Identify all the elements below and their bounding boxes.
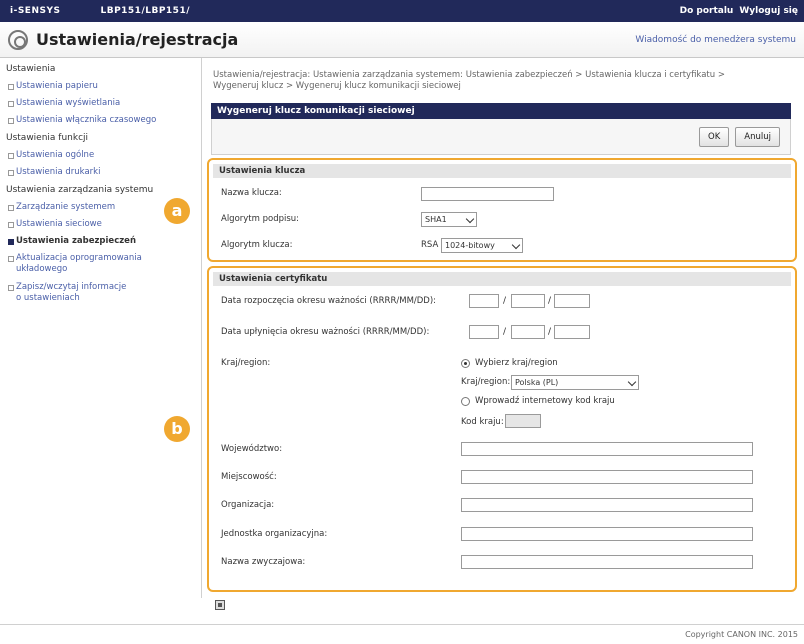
enter-country-code-label: Wprowadź internetowy kod kraju bbox=[475, 396, 615, 406]
main-content: Ustawienia/rejestracja: Ustawienia zarzą… bbox=[203, 58, 804, 598]
organization-label: Organizacja: bbox=[221, 500, 275, 510]
portal-link[interactable]: Do portalu bbox=[680, 6, 734, 16]
date-separator: / bbox=[503, 296, 507, 306]
country-code-input[interactable] bbox=[505, 414, 541, 428]
valid-to-label: Data upłynięcia okresu ważności (RRRR/MM… bbox=[221, 327, 430, 337]
sidebar-item-firmware[interactable]: Aktualizacja oprogramowania układowego bbox=[0, 253, 150, 275]
sidebar-item-general[interactable]: Ustawienia ogólne bbox=[0, 150, 201, 160]
common-name-label: Nazwa zwyczajowa: bbox=[221, 557, 306, 567]
valid-from-month[interactable] bbox=[511, 294, 545, 308]
key-algorithm-select[interactable]: 1024-bitowy bbox=[441, 238, 523, 253]
date-separator: / bbox=[503, 327, 507, 337]
sidebar-item-timer[interactable]: Ustawienia włącznika czasowego bbox=[0, 115, 201, 125]
callout-badge-b: b bbox=[164, 416, 190, 442]
breadcrumb: Ustawienia/rejestracja: Ustawienia zarzą… bbox=[213, 70, 725, 91]
top-bar: i-SENSYS LBP151/LBP151/ Do portalu Wylog… bbox=[0, 0, 804, 22]
sidebar-item-import-export[interactable]: Zapisz/wczytaj informacje o ustawieniach bbox=[0, 282, 130, 304]
choose-country-radio[interactable] bbox=[461, 359, 470, 368]
key-algorithm-prefix: RSA bbox=[421, 240, 439, 250]
top-links: Do portalu Wyloguj się bbox=[680, 6, 798, 16]
sidebar-item-security[interactable]: Ustawienia zabezpieczeń bbox=[0, 236, 201, 246]
key-name-label: Nazwa klucza: bbox=[221, 188, 282, 198]
valid-from-year[interactable] bbox=[469, 294, 499, 308]
mail-to-admin-link[interactable]: Wiadomość do menedżera systemu bbox=[635, 35, 796, 45]
city-input[interactable] bbox=[461, 470, 753, 484]
copyright: Copyright CANON INC. 2015 bbox=[685, 630, 798, 639]
device-model: LBP151/LBP151/ bbox=[100, 6, 190, 16]
organization-input[interactable] bbox=[461, 498, 753, 512]
certificate-settings-section: Ustawienia certyfikatu Data rozpoczęcia … bbox=[207, 266, 797, 592]
key-algorithm-label: Algorytm klucza: bbox=[221, 240, 293, 250]
state-input[interactable] bbox=[461, 442, 753, 456]
chevron-down-icon bbox=[627, 377, 637, 387]
country-select[interactable]: Polska (PL) bbox=[511, 375, 639, 390]
city-label: Miejscowość: bbox=[221, 472, 277, 482]
organization-unit-input[interactable] bbox=[461, 527, 753, 541]
country-select-value: Polska (PL) bbox=[515, 378, 559, 387]
organization-unit-label: Jednostka organizacyjna: bbox=[221, 529, 328, 539]
sidebar: Ustawienia Ustawienia papieru Ustawienia… bbox=[0, 58, 202, 598]
valid-from-day[interactable] bbox=[554, 294, 590, 308]
date-separator: / bbox=[548, 296, 552, 306]
panel-title: Wygeneruj klucz komunikacji sieciowej bbox=[211, 103, 791, 119]
valid-from-label: Data rozpoczęcia okresu ważności (RRRR/M… bbox=[221, 296, 437, 306]
key-settings-heading: Ustawienia klucza bbox=[213, 164, 791, 178]
ok-button[interactable]: OK bbox=[699, 126, 730, 147]
logout-link[interactable]: Wyloguj się bbox=[739, 6, 798, 16]
cancel-button[interactable]: Anuluj bbox=[735, 126, 780, 147]
valid-to-day[interactable] bbox=[554, 325, 590, 339]
chevron-down-icon bbox=[511, 240, 521, 250]
panel-buttons: OK Anuluj bbox=[211, 119, 791, 155]
country-select-label: Kraj/region: bbox=[461, 377, 511, 387]
valid-to-month[interactable] bbox=[511, 325, 545, 339]
signature-algorithm-value: SHA1 bbox=[425, 215, 447, 224]
state-label: Województwo: bbox=[221, 444, 283, 454]
sidebar-item-printer[interactable]: Ustawienia drukarki bbox=[0, 167, 201, 177]
key-settings-section: Ustawienia klucza Nazwa klucza: Algorytm… bbox=[207, 158, 797, 262]
sidebar-item-paper[interactable]: Ustawienia papieru bbox=[0, 81, 201, 91]
page-top-icon[interactable] bbox=[215, 600, 225, 610]
country-label: Kraj/region: bbox=[221, 358, 271, 368]
brand-name: i-SENSYS bbox=[10, 6, 61, 16]
enter-country-code-radio[interactable] bbox=[461, 397, 470, 406]
callout-badge-a: a bbox=[164, 198, 190, 224]
key-name-input[interactable] bbox=[421, 187, 554, 201]
country-code-label: Kod kraju: bbox=[461, 417, 504, 427]
key-algorithm-value: 1024-bitowy bbox=[445, 241, 495, 250]
signature-algorithm-label: Algorytm podpisu: bbox=[221, 214, 300, 224]
sidebar-group-functions: Ustawienia funkcji bbox=[6, 133, 89, 143]
page-title: Ustawienia/rejestracja bbox=[36, 30, 239, 49]
title-bar: Ustawienia/rejestracja Wiadomość do mene… bbox=[0, 22, 804, 58]
settings-gear-icon bbox=[8, 29, 28, 50]
choose-country-label: Wybierz kraj/region bbox=[475, 358, 558, 368]
valid-to-year[interactable] bbox=[469, 325, 499, 339]
chevron-down-icon bbox=[465, 214, 475, 224]
common-name-input[interactable] bbox=[461, 555, 753, 569]
signature-algorithm-select[interactable]: SHA1 bbox=[421, 212, 477, 227]
footer-divider bbox=[0, 624, 804, 625]
date-separator: / bbox=[548, 327, 552, 337]
sidebar-group-management: Ustawienia zarządzania systemu bbox=[6, 185, 154, 195]
certificate-settings-heading: Ustawienia certyfikatu bbox=[213, 272, 791, 286]
generate-key-panel: Wygeneruj klucz komunikacji sieciowej OK… bbox=[211, 103, 791, 155]
sidebar-item-display[interactable]: Ustawienia wyświetlania bbox=[0, 98, 201, 108]
sidebar-group-settings: Ustawienia bbox=[6, 64, 56, 74]
